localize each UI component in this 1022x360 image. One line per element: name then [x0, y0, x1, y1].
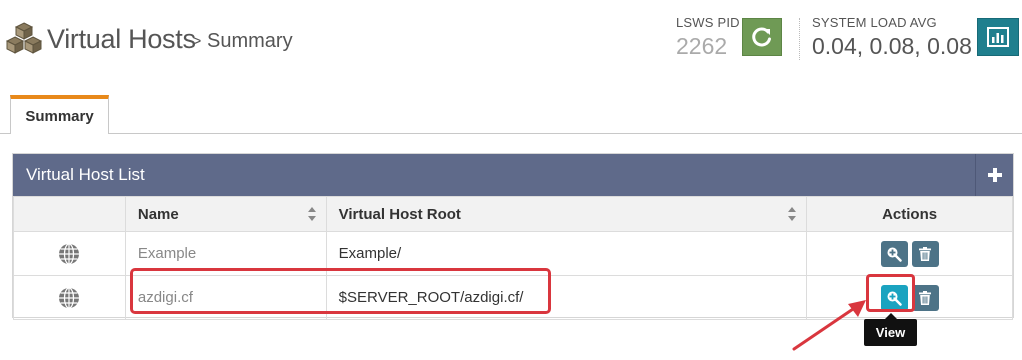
vhost-root: Example/ — [325, 231, 808, 276]
breadcrumb: Summary — [207, 30, 293, 52]
row-icon-cell — [13, 231, 126, 276]
panel-title: Virtual Host List — [26, 165, 145, 184]
panel-header: Virtual Host List — [13, 154, 1013, 196]
delete-button[interactable] — [911, 240, 939, 267]
pid-label: LSWS PID — [676, 15, 740, 30]
column-header-root[interactable]: Virtual Host Root — [325, 196, 808, 232]
sort-icon — [307, 207, 316, 221]
column-header-actions: Actions — [806, 196, 1013, 232]
view-button[interactable] — [880, 284, 908, 311]
tab-summary[interactable]: Summary — [10, 95, 109, 134]
bar-chart-icon — [987, 27, 1009, 47]
refresh-icon — [752, 27, 771, 47]
pid-value: 2262 — [676, 33, 728, 59]
virtual-host-list-panel: Virtual Host List Name Virtual Host Root — [12, 153, 1014, 320]
column-header-root-label: Virtual Host Root — [338, 205, 461, 223]
delete-button[interactable] — [911, 284, 939, 311]
header-divider — [799, 18, 800, 60]
trash-icon — [919, 290, 932, 305]
view-tooltip: View — [864, 319, 917, 346]
globe-icon — [59, 242, 80, 265]
zoom-in-icon — [887, 247, 902, 262]
globe-icon — [59, 286, 80, 309]
sort-icon — [788, 207, 797, 221]
column-header-name[interactable]: Name — [124, 196, 327, 232]
plus-icon — [987, 168, 1002, 182]
breadcrumb-separator: > — [192, 33, 202, 50]
column-header-name-label: Name — [137, 205, 179, 223]
cubes-logo-icon — [5, 22, 43, 54]
page-title: Virtual Hosts — [47, 24, 196, 54]
zoom-in-icon — [887, 291, 902, 306]
load-avg-value: 0.04, 0.08, 0.08 — [812, 33, 972, 59]
row-icon-cell — [13, 275, 126, 320]
load-avg-label: SYSTEM LOAD AVG — [812, 15, 937, 30]
annotation-arrow-icon — [792, 300, 866, 351]
table-header-row: Name Virtual Host Root Actions — [13, 196, 1013, 232]
vhost-root: $SERVER_ROOT/azdigi.cf/ — [325, 275, 808, 320]
vhost-name-link[interactable]: Example — [124, 231, 327, 276]
trash-icon — [919, 246, 932, 261]
vhost-name-link[interactable]: azdigi.cf — [124, 275, 327, 320]
view-button[interactable] — [880, 240, 908, 267]
add-virtual-host-button[interactable] — [975, 154, 1013, 196]
restart-button[interactable] — [742, 18, 782, 56]
tab-bar-line — [0, 133, 1022, 134]
table-row: Example Example/ — [13, 231, 1013, 276]
load-chart-button[interactable] — [977, 18, 1019, 56]
row-actions-cell — [806, 231, 1013, 276]
column-header-icon — [13, 196, 126, 232]
